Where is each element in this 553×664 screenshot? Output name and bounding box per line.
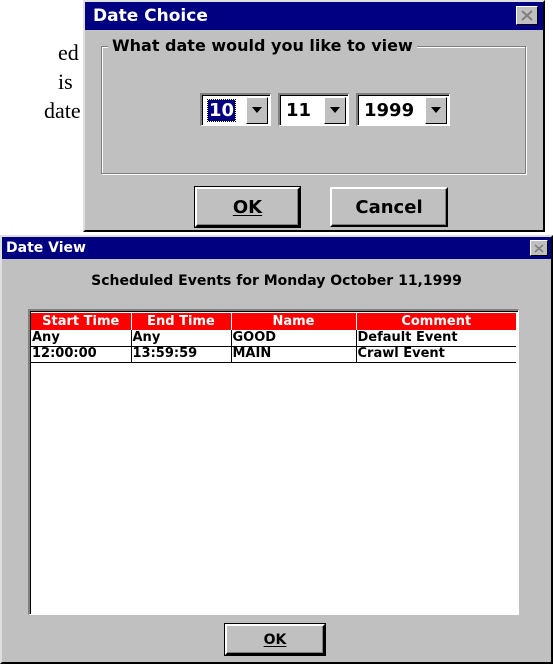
close-icon [521, 10, 533, 21]
month-select[interactable]: 10 [200, 93, 271, 126]
month-value: 10 [206, 98, 237, 122]
column-header-comment[interactable]: Comment [356, 313, 516, 330]
date-view-window: Date View Scheduled Events for Monday Oc… [0, 235, 553, 664]
date-view-title: Date View [6, 240, 86, 256]
table-header-row: Start Time End Time Name Comment [31, 313, 516, 330]
dropdown-arrow-icon [330, 107, 340, 113]
cell-name: GOOD [231, 330, 357, 347]
cell-end-time: 13:59:59 [131, 346, 232, 363]
month-dropdown-button[interactable] [246, 96, 268, 124]
cell-comment: Default Event [356, 330, 516, 347]
cancel-button[interactable]: Cancel [330, 187, 448, 227]
cell-start-time: 12:00:00 [31, 346, 132, 363]
events-listbox[interactable]: Start Time End Time Name Comment Any Any… [28, 309, 519, 615]
day-select[interactable]: 11 [278, 93, 349, 126]
date-choice-titlebar[interactable]: Date Choice [85, 2, 543, 30]
events-table: Start Time End Time Name Comment Any Any… [31, 313, 516, 363]
cell-start-time: Any [31, 330, 132, 347]
cell-end-time: Any [131, 330, 232, 347]
day-dropdown-button[interactable] [324, 96, 346, 124]
dropdown-arrow-icon [431, 107, 441, 113]
background-document-text: ed is date [0, 38, 81, 125]
date-view-close-button[interactable] [530, 240, 548, 256]
year-value: 1999 [364, 99, 415, 121]
table-row[interactable]: Any Any GOOD Default Event [31, 330, 516, 347]
close-icon [534, 243, 544, 253]
background-text-line: is [58, 69, 73, 94]
date-choice-title: Date Choice [93, 6, 208, 26]
cell-name: MAIN [231, 346, 357, 363]
table-row[interactable]: 12:00:00 13:59:59 MAIN Crawl Event [31, 346, 516, 363]
day-value: 11 [286, 99, 312, 121]
ok-button[interactable]: OK [194, 186, 301, 228]
dropdown-arrow-icon [252, 107, 262, 113]
column-header-name[interactable]: Name [231, 313, 357, 330]
column-header-end-time[interactable]: End Time [131, 313, 232, 330]
date-view-ok-button[interactable]: OK [224, 623, 326, 656]
year-dropdown-button[interactable] [425, 96, 447, 124]
events-heading: Scheduled Events for Monday October 11,1… [91, 273, 462, 289]
date-choice-dialog: Date Choice What date would you like to … [83, 0, 545, 232]
date-view-titlebar[interactable]: Date View [2, 237, 551, 259]
year-select[interactable]: 1999 [356, 93, 450, 126]
background-text-line: date [44, 98, 81, 123]
date-group-label: What date would you like to view [108, 36, 417, 55]
background-text-line: ed [58, 40, 79, 65]
column-header-start-time[interactable]: Start Time [31, 313, 132, 330]
cell-comment: Crawl Event [356, 346, 516, 363]
date-choice-close-button[interactable] [516, 6, 538, 25]
